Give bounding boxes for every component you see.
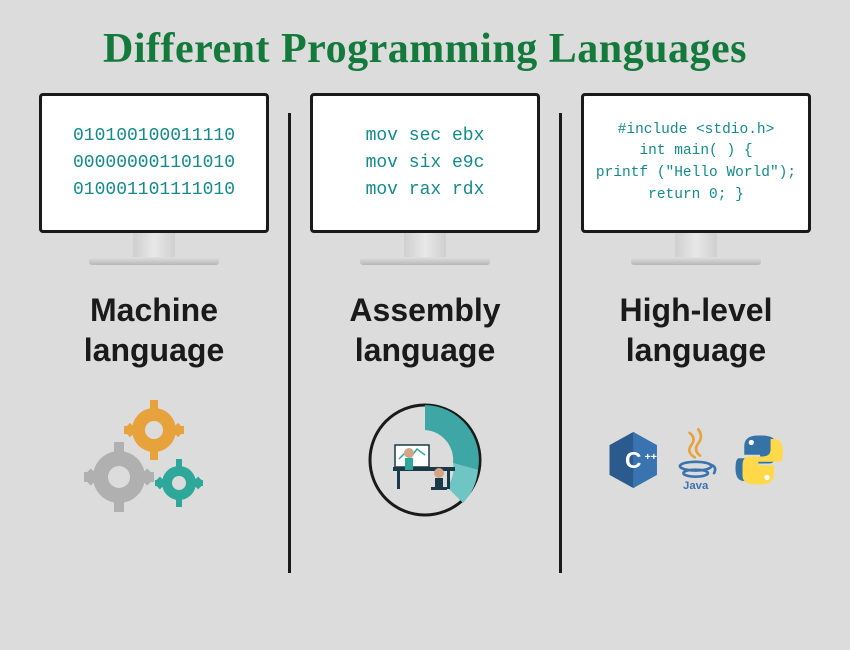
label-line: language bbox=[84, 332, 224, 368]
code-line: printf ("Hello World"); bbox=[596, 163, 796, 185]
svg-text:C: C bbox=[625, 447, 641, 473]
monitor-stand-base bbox=[360, 257, 490, 265]
code-line: 010001101111010 bbox=[73, 177, 235, 204]
label-highlevel: High-level language bbox=[620, 290, 773, 370]
code-line: mov six e9c bbox=[366, 150, 485, 177]
monitor-stand-base bbox=[631, 257, 761, 265]
chart-desk-icon bbox=[335, 395, 515, 525]
columns-container: 010100100011110 000000001101010 01000110… bbox=[0, 93, 850, 633]
label-machine: Machine language bbox=[84, 290, 224, 370]
code-line: return 0; } bbox=[648, 185, 744, 207]
label-line: Assembly bbox=[349, 292, 500, 328]
monitor-highlevel: #include <stdio.h> int main( ) { printf … bbox=[581, 93, 811, 265]
java-logo-icon: Java bbox=[672, 423, 719, 497]
monitor-stand-neck bbox=[675, 233, 717, 257]
column-highlevel: #include <stdio.h> int main( ) { printf … bbox=[562, 93, 830, 633]
screen-machine: 010100100011110 000000001101010 01000110… bbox=[39, 93, 269, 233]
screen-assembly: mov sec ebx mov six e9c mov rax rdx bbox=[310, 93, 540, 233]
code-line: 000000001101010 bbox=[73, 150, 235, 177]
monitor-machine: 010100100011110 000000001101010 01000110… bbox=[39, 93, 269, 265]
page-title: Different Programming Languages bbox=[0, 0, 850, 93]
python-logo-icon bbox=[732, 428, 786, 492]
cpp-logo-icon: C ++ bbox=[606, 425, 660, 495]
code-line: int main( ) { bbox=[639, 141, 752, 163]
monitor-stand-neck bbox=[133, 233, 175, 257]
monitor-stand-neck bbox=[404, 233, 446, 257]
svg-text:++: ++ bbox=[645, 451, 657, 463]
label-assembly: Assembly language bbox=[349, 290, 500, 370]
svg-text:Java: Java bbox=[683, 480, 709, 492]
label-line: language bbox=[355, 332, 495, 368]
screen-highlevel: #include <stdio.h> int main( ) { printf … bbox=[581, 93, 811, 233]
language-logos: C ++ Java bbox=[606, 395, 786, 525]
label-line: Machine bbox=[90, 292, 218, 328]
code-line: mov rax rdx bbox=[366, 177, 485, 204]
code-line: 010100100011110 bbox=[73, 123, 235, 150]
gears-icon bbox=[64, 395, 244, 525]
label-line: language bbox=[626, 332, 766, 368]
label-line: High-level bbox=[620, 292, 773, 328]
column-machine: 010100100011110 000000001101010 01000110… bbox=[20, 93, 288, 633]
monitor-stand-base bbox=[89, 257, 219, 265]
monitor-assembly: mov sec ebx mov six e9c mov rax rdx bbox=[310, 93, 540, 265]
code-line: #include <stdio.h> bbox=[618, 120, 775, 142]
column-assembly: mov sec ebx mov six e9c mov rax rdx Asse… bbox=[291, 93, 559, 633]
code-line: mov sec ebx bbox=[366, 123, 485, 150]
